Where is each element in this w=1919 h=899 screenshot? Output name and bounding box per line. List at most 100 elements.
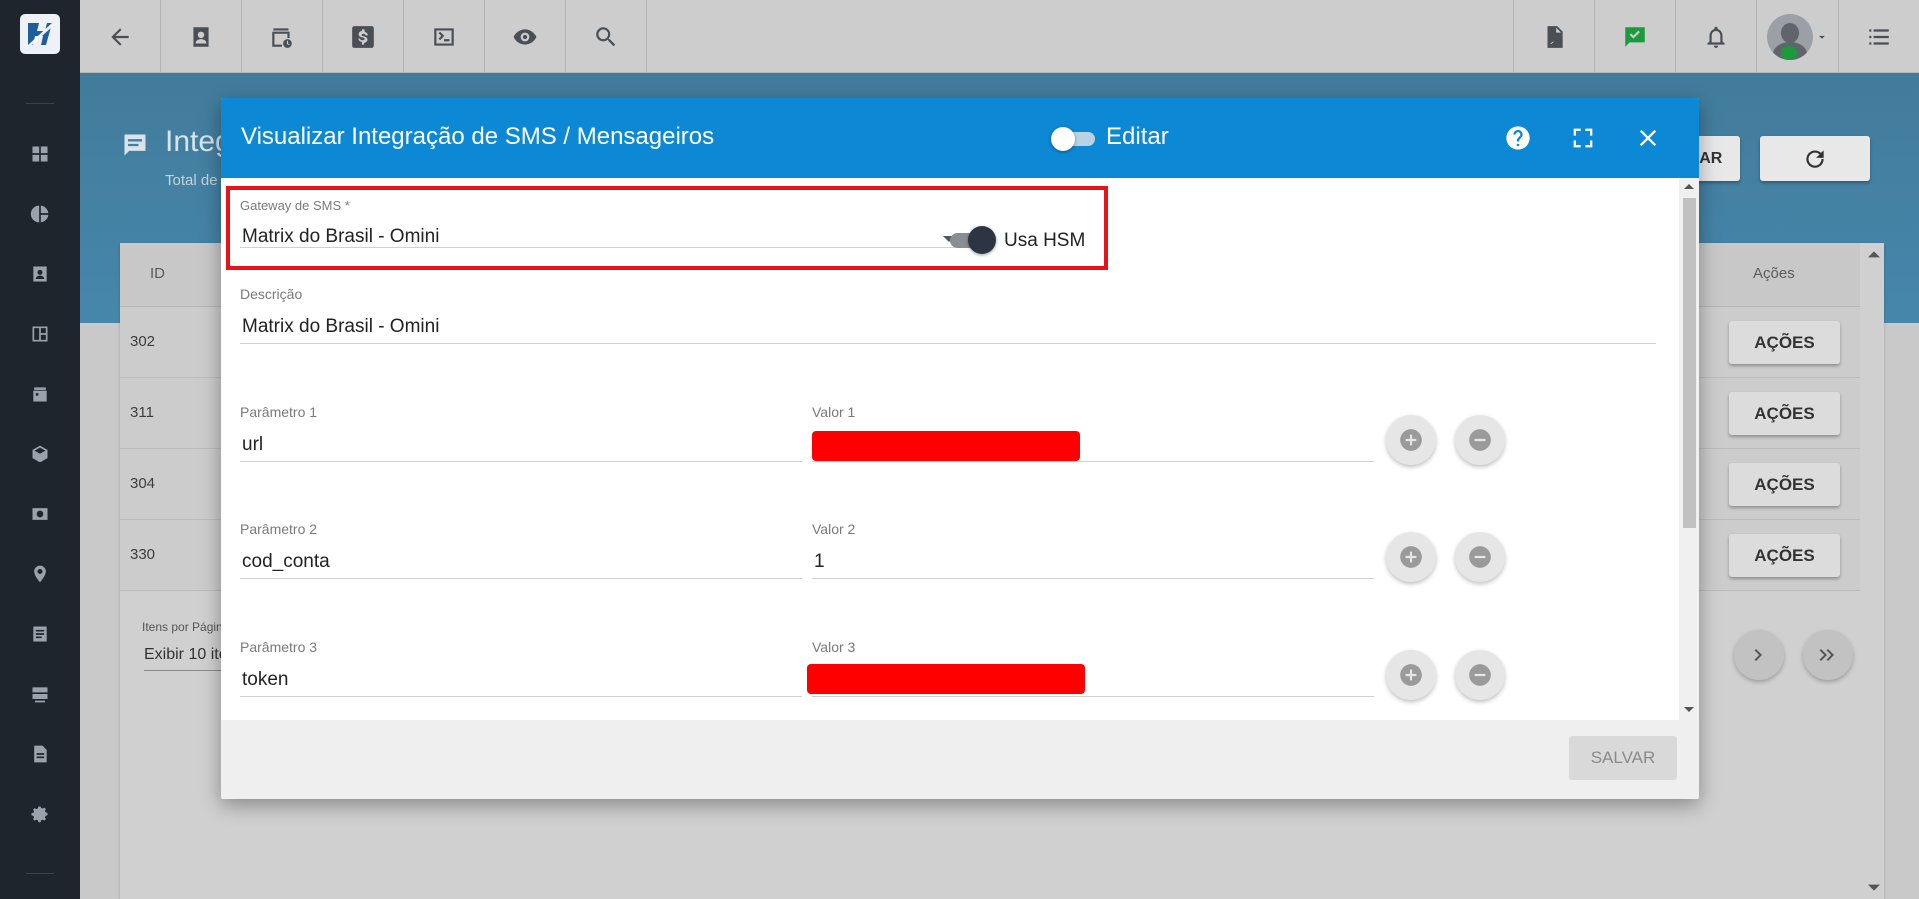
row-id: 330 xyxy=(130,546,156,563)
contact-card-icon xyxy=(193,26,209,47)
dialog-body: Gateway de SMS * Matrix do Brasil - Omin… xyxy=(221,178,1679,720)
add-parameter-button[interactable] xyxy=(1386,532,1436,582)
column-header-id[interactable]: ID xyxy=(150,265,165,282)
messages-button[interactable] xyxy=(1594,0,1675,73)
page-subtitle: Total de xyxy=(165,172,218,189)
logo-icon xyxy=(28,23,52,45)
server-icon[interactable] xyxy=(29,683,51,705)
box-icon[interactable] xyxy=(29,443,51,465)
terminal-icon xyxy=(434,27,454,46)
chat-check-icon xyxy=(1625,26,1645,47)
eye-icon xyxy=(513,28,537,45)
search-button[interactable] xyxy=(566,0,647,73)
scroll-down-icon xyxy=(1684,707,1694,712)
file-icon[interactable] xyxy=(29,743,51,765)
board-icon[interactable] xyxy=(29,323,51,345)
refresh-button[interactable] xyxy=(1760,136,1870,181)
back-button[interactable] xyxy=(80,0,161,73)
location-icon[interactable] xyxy=(29,563,51,585)
valor-2-field[interactable]: Valor 2 1 xyxy=(812,521,1374,579)
edit-toggle[interactable] xyxy=(1051,127,1095,151)
dollar-icon xyxy=(352,25,374,48)
menu-button[interactable] xyxy=(1838,0,1919,73)
plus-circle-icon xyxy=(1400,546,1422,568)
descricao-field[interactable]: Descrição Matrix do Brasil - Omini xyxy=(240,286,1656,344)
message-icon xyxy=(121,131,149,159)
dialog-scrollbar[interactable] xyxy=(1679,178,1699,720)
scrollbar-thumb[interactable] xyxy=(1683,198,1696,528)
help-button[interactable] xyxy=(1502,122,1534,154)
app-logo[interactable] xyxy=(20,14,60,54)
financial-button[interactable] xyxy=(323,0,404,73)
parametro-1-field[interactable]: Parâmetro 1 url xyxy=(240,404,802,462)
valor-3-label: Valor 3 xyxy=(812,639,856,655)
redacted-value xyxy=(812,431,1080,461)
last-page-button[interactable] xyxy=(1803,630,1853,680)
scroll-down-icon xyxy=(1868,884,1880,891)
close-button[interactable] xyxy=(1632,122,1664,154)
add-parameter-button[interactable] xyxy=(1386,415,1436,465)
next-page-button[interactable] xyxy=(1734,630,1784,680)
notifications-button[interactable] xyxy=(1675,0,1756,73)
calendar-clock-icon xyxy=(272,27,292,48)
contacts-button[interactable] xyxy=(161,0,242,73)
list-menu-icon xyxy=(1869,28,1889,45)
close-icon xyxy=(1639,129,1657,147)
help-icon xyxy=(1506,126,1530,150)
items-per-page-label: Itens por Págin xyxy=(142,620,223,634)
row-actions-button[interactable]: AÇÕES xyxy=(1729,321,1840,364)
pdf-button[interactable] xyxy=(1513,0,1594,73)
top-toolbar xyxy=(80,0,1919,73)
double-chevron-right-icon xyxy=(1819,649,1834,661)
page-scrollbar[interactable] xyxy=(1864,243,1884,899)
pie-chart-icon[interactable] xyxy=(29,203,51,225)
sms-integration-dialog: Visualizar Integração de SMS / Mensageir… xyxy=(221,98,1699,799)
valor-2-label: Valor 2 xyxy=(812,521,856,537)
save-button[interactable]: SALVAR xyxy=(1569,736,1677,780)
parametro-1-label: Parâmetro 1 xyxy=(240,404,318,420)
parametro-3-field[interactable]: Parâmetro 3 token xyxy=(240,639,802,697)
dialog-footer: SALVAR xyxy=(221,720,1699,799)
money-icon[interactable] xyxy=(29,503,51,525)
fullscreen-icon xyxy=(1573,128,1593,148)
parametro-3-label: Parâmetro 3 xyxy=(240,639,318,655)
view-button[interactable] xyxy=(485,0,566,73)
remove-parameter-button[interactable] xyxy=(1455,532,1505,582)
highlight-box xyxy=(226,186,1108,270)
plus-circle-icon xyxy=(1400,429,1422,451)
row-actions-button[interactable]: AÇÕES xyxy=(1729,392,1840,435)
user-avatar xyxy=(1766,13,1813,60)
remove-parameter-button[interactable] xyxy=(1455,650,1505,700)
back-arrow-icon xyxy=(111,27,129,46)
fullscreen-button[interactable] xyxy=(1567,122,1599,154)
chevron-down-icon xyxy=(1818,35,1825,39)
parametro-2-label: Parâmetro 2 xyxy=(240,521,318,537)
minus-circle-icon xyxy=(1469,429,1491,451)
settings-icon[interactable] xyxy=(29,803,51,825)
user-menu-button[interactable] xyxy=(1756,0,1838,73)
descricao-value: Matrix do Brasil - Omini xyxy=(242,316,440,337)
descricao-label: Descrição xyxy=(240,286,303,302)
refresh-icon xyxy=(1806,149,1824,168)
remove-parameter-button[interactable] xyxy=(1455,415,1505,465)
dashboard-icon[interactable] xyxy=(29,143,51,165)
schedule-button[interactable] xyxy=(242,0,323,73)
column-header-actions: Ações xyxy=(1753,265,1795,282)
calendar-icon[interactable] xyxy=(29,383,51,405)
valor-2-value: 1 xyxy=(814,551,825,572)
chevron-right-icon xyxy=(1754,649,1762,661)
parametro-3-value: token xyxy=(242,669,289,690)
document-icon[interactable] xyxy=(29,623,51,645)
add-parameter-button[interactable] xyxy=(1386,650,1436,700)
parametro-1-value: url xyxy=(242,434,264,455)
row-actions-button[interactable]: AÇÕES xyxy=(1729,463,1840,506)
row-id: 304 xyxy=(130,475,156,492)
parametro-2-field[interactable]: Parâmetro 2 cod_conta xyxy=(240,521,802,579)
sidebar-divider xyxy=(26,103,54,104)
terminal-button[interactable] xyxy=(404,0,485,73)
edit-toggle-label: Editar xyxy=(1106,123,1169,150)
row-actions-button[interactable]: AÇÕES xyxy=(1729,534,1840,577)
contact-icon[interactable] xyxy=(29,263,51,285)
minus-circle-icon xyxy=(1469,664,1491,686)
search-icon xyxy=(596,26,616,46)
